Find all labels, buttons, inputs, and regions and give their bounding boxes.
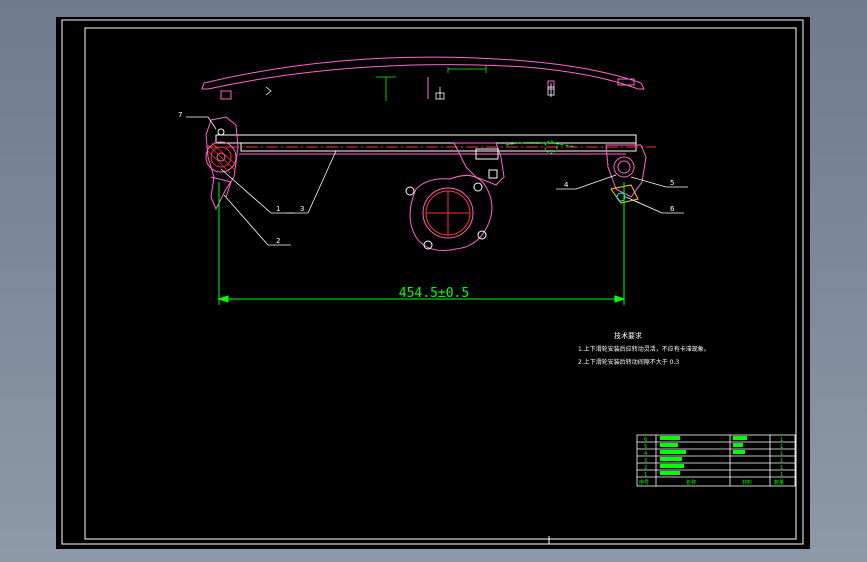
- parts-table-content: 6 5 4 3 2 1 1 1 1 1 1 1 序号 名称 材料 数量: [639, 436, 784, 486]
- inner-border: [84, 27, 797, 540]
- balloon-6: 6: [670, 205, 675, 213]
- motor-flange: [405, 174, 493, 251]
- header-index: 序号: [639, 479, 649, 486]
- balloon-7: 7: [178, 111, 182, 119]
- row-5-name: [660, 443, 678, 447]
- balloon-1: 1: [276, 205, 280, 213]
- top-rail-details: [265, 83, 555, 100]
- row-4-name: [660, 450, 686, 454]
- row-5-qty: 1: [780, 444, 783, 450]
- row-6-index: 6: [644, 437, 647, 443]
- row-3-qty: 1: [780, 458, 783, 464]
- drawing-canvas[interactable]: 7 1 2 3 4 5 6 454.5±0.5 技术要求 1.上下滑轮安装后应转…: [56, 17, 810, 549]
- header-qty: 数量: [774, 479, 784, 486]
- main-guide-rail: [206, 134, 656, 155]
- cad-drawing: 7 1 2 3 4 5 6 454.5±0.5 技术要求 1.上下滑轮安装后应转…: [61, 19, 804, 545]
- row-3-index: 3: [644, 458, 647, 464]
- notes-line-2: 2.上下滑轮安装后转动间隙不大于 0.3: [578, 358, 679, 366]
- header-name: 名称: [686, 479, 696, 486]
- row-1-qty: 1: [780, 472, 783, 478]
- top-rail-green-lines: [376, 65, 487, 101]
- row-5-index: 5: [644, 444, 647, 450]
- technical-notes: 技术要求 1.上下滑轮安装后应转动灵活，不应有卡滞现象。 2.上下滑轮安装后转动…: [578, 331, 710, 366]
- middle-bracket: [453, 140, 577, 186]
- balloon-2: 2: [276, 237, 280, 245]
- row-4-qty: 1: [780, 451, 783, 457]
- row-5-material: [733, 443, 743, 447]
- notes-title: 技术要求: [614, 331, 642, 340]
- row-6-material: [733, 436, 747, 440]
- outer-border: [61, 19, 804, 545]
- left-pulley-assembly: [205, 116, 239, 211]
- row-6-qty: 1: [780, 437, 783, 443]
- row-1-index: 1: [644, 472, 647, 478]
- row-3-name: [660, 457, 682, 461]
- row-2-qty: 1: [780, 465, 783, 471]
- balloon-5: 5: [670, 179, 674, 187]
- balloon-3: 3: [300, 205, 304, 213]
- row-1-name: [660, 471, 680, 475]
- row-2-name: [660, 464, 684, 468]
- dimension-text: 454.5±0.5: [399, 286, 469, 301]
- header-material: 材料: [742, 479, 752, 486]
- row-4-material: [733, 450, 745, 454]
- balloon-4: 4: [564, 181, 569, 189]
- notes-line-1: 1.上下滑轮安装后应转动灵活，不应有卡滞现象。: [578, 345, 710, 353]
- row-4-index: 4: [644, 451, 647, 457]
- row-6-name: [660, 436, 680, 440]
- row-2-index: 2: [644, 465, 647, 471]
